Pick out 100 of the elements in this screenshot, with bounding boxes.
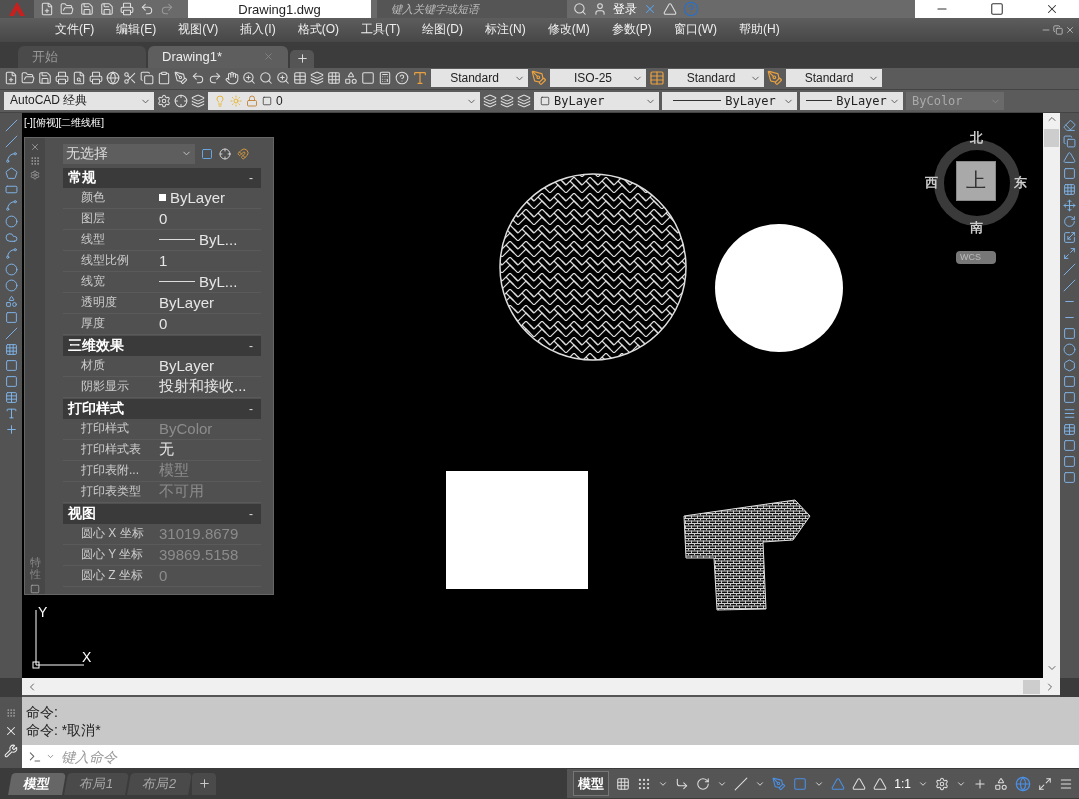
layout-tab[interactable]: 布局1 — [64, 772, 130, 795]
command-input[interactable]: 键入命令 — [61, 745, 1079, 769]
property-value[interactable]: 1 — [159, 252, 168, 270]
move-icon[interactable] — [1063, 198, 1076, 212]
menu-item[interactable]: 文件(F) — [44, 21, 106, 39]
linetype-dropdown[interactable]: ByLayer — [662, 91, 797, 110]
isolate-objects-icon[interactable] — [994, 776, 1008, 791]
array-icon[interactable] — [1063, 182, 1076, 196]
section-header[interactable]: 三维效果 - — [63, 335, 261, 356]
plot-icon[interactable] — [89, 71, 103, 86]
save-icon[interactable] — [38, 71, 52, 86]
drawing-canvas[interactable] — [22, 112, 1043, 679]
menu-item[interactable]: 窗口(W) — [662, 21, 728, 39]
undo-icon[interactable] — [140, 2, 154, 16]
make-current-icon[interactable] — [483, 93, 497, 108]
table-edit-icon[interactable] — [1063, 422, 1076, 436]
grid-icon[interactable] — [616, 776, 631, 791]
scale-icon[interactable] — [1063, 230, 1076, 244]
design-center-icon[interactable] — [310, 71, 324, 86]
quick-select-icon[interactable] — [201, 147, 213, 160]
section-header[interactable]: 打印样式 - — [63, 398, 261, 419]
object-snap-tracking-icon[interactable] — [772, 776, 787, 791]
add-selected-icon[interactable] — [4, 422, 18, 436]
spline-icon[interactable] — [4, 246, 18, 260]
compass-south[interactable]: 南 — [970, 218, 983, 237]
stretch-icon[interactable] — [1063, 246, 1076, 260]
compass-east[interactable]: 东 — [1014, 173, 1027, 192]
construction-line-icon[interactable] — [4, 134, 18, 148]
layout-tab[interactable]: 模型 — [8, 772, 66, 795]
search-icon[interactable] — [573, 2, 587, 16]
erase-icon[interactable] — [1063, 118, 1076, 132]
zoom-previous-icon[interactable] — [276, 71, 290, 86]
fillet-icon[interactable] — [1063, 342, 1076, 356]
hatch-icon[interactable] — [4, 342, 18, 356]
polygon-icon[interactable] — [4, 166, 18, 180]
layer-match-icon[interactable] — [500, 93, 514, 108]
settings-icon[interactable] — [30, 169, 40, 180]
layer-previous-icon[interactable] — [517, 93, 531, 108]
menu-item[interactable]: 绘图(D) — [411, 21, 474, 39]
horizontal-scrollbar[interactable] — [22, 678, 1060, 698]
print-preview-icon[interactable] — [72, 71, 86, 86]
print-icon[interactable] — [55, 71, 69, 86]
property-value[interactable]: ByLayer — [159, 189, 226, 207]
match-properties-icon[interactable] — [174, 71, 188, 86]
layer-properties-icon[interactable] — [191, 93, 205, 108]
menu-item[interactable]: 参数(P) — [600, 21, 663, 39]
compass-north[interactable]: 北 — [970, 128, 983, 147]
property-value[interactable]: 0 — [159, 315, 168, 333]
filled-circle[interactable] — [715, 223, 843, 352]
property-value[interactable]: ByL... — [159, 231, 238, 249]
clean-screen-icon[interactable] — [1038, 776, 1052, 791]
workspace-icon[interactable] — [174, 93, 188, 108]
sheet-set-icon[interactable] — [344, 71, 358, 86]
lineweight-dropdown[interactable]: ByLayer — [800, 91, 903, 110]
property-value[interactable]: 投射和接收... — [159, 377, 247, 397]
collapse-toggle[interactable]: - — [249, 338, 253, 353]
new-tab-button[interactable] — [290, 49, 314, 68]
style-dropdown[interactable]: Standard — [668, 69, 764, 88]
viewcube-face[interactable]: 上 — [956, 160, 996, 201]
collapse-toggle[interactable]: - — [249, 170, 253, 185]
property-value[interactable]: ByL... — [159, 273, 238, 291]
layer-dropdown[interactable]: 0 — [208, 91, 480, 110]
menu-item[interactable]: 编辑(E) — [105, 21, 168, 39]
new-file-icon[interactable] — [4, 71, 18, 86]
line-icon[interactable] — [4, 118, 18, 132]
save-as-icon[interactable] — [100, 2, 114, 16]
section-header[interactable]: 常规 - — [63, 167, 261, 188]
circle-icon[interactable] — [4, 214, 18, 228]
maximize-icon[interactable] — [990, 2, 1004, 16]
menu-item[interactable]: 修改(M) — [536, 21, 601, 39]
grip-icon[interactable] — [6, 707, 16, 718]
rotate-icon[interactable] — [1063, 214, 1076, 228]
hatched-circle[interactable] — [499, 173, 687, 361]
zoom-icon[interactable] — [242, 71, 256, 86]
revision-cloud-icon[interactable] — [4, 230, 18, 244]
dimension-style-icon[interactable] — [531, 70, 547, 87]
workspace-settings-icon[interactable] — [935, 776, 949, 791]
menu-item[interactable]: 插入(I) — [229, 21, 287, 39]
viewport-label[interactable]: [-][俯视][二维线框] — [24, 115, 104, 130]
copy-icon[interactable] — [140, 71, 154, 86]
tool-palette-icon[interactable] — [327, 71, 341, 86]
toggle-pickadd-icon[interactable] — [237, 147, 249, 160]
style-dropdown[interactable]: ISO-25 — [550, 69, 646, 88]
list-icon[interactable] — [1063, 406, 1076, 420]
undo-icon[interactable] — [191, 71, 205, 86]
hatched-polygon[interactable] — [683, 499, 811, 611]
text-style-icon[interactable] — [412, 70, 428, 87]
annotation-monitor-icon[interactable] — [973, 776, 987, 791]
save-icon[interactable] — [80, 2, 94, 16]
explode-icon[interactable] — [1063, 358, 1076, 372]
layout-tab[interactable]: 布局2 — [127, 772, 193, 795]
collapse-toggle[interactable]: - — [249, 401, 253, 416]
user-icon[interactable] — [593, 2, 607, 16]
file-tab[interactable]: Drawing1* — [148, 45, 288, 68]
property-value[interactable]: ByLayer — [159, 294, 215, 312]
color-dropdown[interactable]: ByLayer — [534, 91, 659, 110]
paste-icon[interactable] — [157, 71, 171, 86]
menu-item[interactable]: 帮助(H) — [728, 21, 791, 39]
compass-west[interactable]: 西 — [925, 173, 938, 192]
open-folder-icon[interactable] — [60, 2, 74, 16]
